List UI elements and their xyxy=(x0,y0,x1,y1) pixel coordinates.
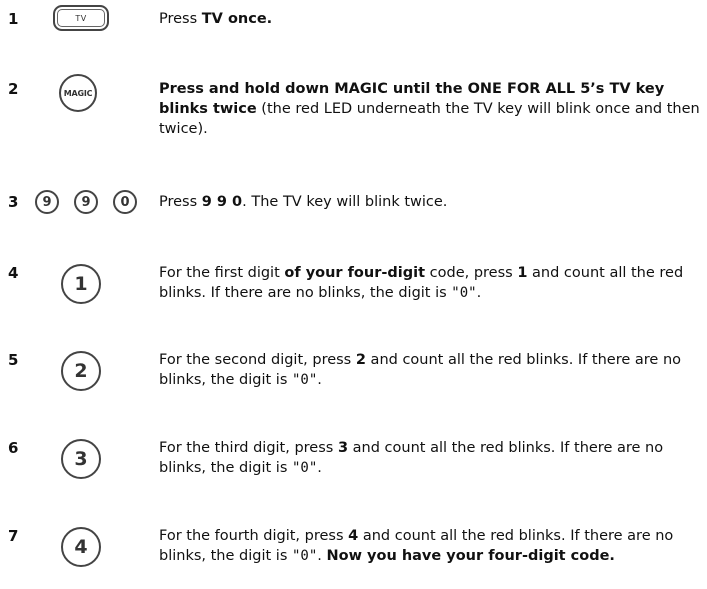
digit-1-key-icon: 1 xyxy=(61,264,101,304)
text-run: For the second digit, press xyxy=(159,352,356,368)
step-text: Press 9 9 0. The TV key will blink twice… xyxy=(159,192,704,212)
text-run: Press xyxy=(159,194,202,210)
step-text: Press TV once. xyxy=(159,9,704,29)
digit-3-key-icon: 3 xyxy=(61,439,101,479)
step-number: 6 xyxy=(8,439,19,457)
bold-text: 2 xyxy=(355,352,366,368)
step-text: Press and hold down MAGIC until the ONE … xyxy=(159,79,704,139)
step-text: For the second digit, press 2 and count … xyxy=(159,350,704,390)
step-number: 2 xyxy=(8,80,19,98)
text-run: "0" xyxy=(291,548,318,564)
text-run: "0" xyxy=(291,460,318,476)
text-run: For the fourth digit, press xyxy=(159,528,349,544)
text-run: . xyxy=(476,285,482,301)
step-text: For the third digit, press 3 and count a… xyxy=(159,438,704,478)
bold-text: Now you have your four-digit code. xyxy=(326,548,615,564)
text-run: code, press xyxy=(425,265,518,281)
text-run: . The TV key will blink twice. xyxy=(242,194,448,210)
step-number: 4 xyxy=(8,264,19,282)
digit-9-key-icon: 9 xyxy=(74,190,98,214)
step-number: 1 xyxy=(8,10,19,28)
tv-key-icon: TV xyxy=(53,5,109,31)
text-run: . xyxy=(317,460,322,476)
magic-key-icon: MAGIC xyxy=(59,74,97,112)
magic-key-label: MAGIC xyxy=(63,88,93,98)
bold-text: of your four-digit xyxy=(284,265,426,281)
digit-0-key-icon: 0 xyxy=(113,190,137,214)
bold-text: 9 9 0 xyxy=(201,194,243,210)
step-number: 5 xyxy=(8,351,19,369)
bold-text: TV once. xyxy=(201,11,273,27)
step-text: For the first digit of your four-digit c… xyxy=(159,263,704,303)
digit-9-key-icon: 9 xyxy=(35,190,59,214)
text-run: "0" xyxy=(451,285,477,301)
bold-text: 4 xyxy=(348,528,359,544)
step-number: 7 xyxy=(8,527,19,545)
digit-2-key-icon: 2 xyxy=(61,351,101,391)
bold-text: 1 xyxy=(517,265,528,281)
tv-key-label: TV xyxy=(75,13,87,23)
text-run: "0" xyxy=(291,372,318,388)
bold-text: 3 xyxy=(337,440,349,456)
digit-4-key-icon: 4 xyxy=(61,527,101,567)
text-run: Press xyxy=(159,11,202,27)
text-run: . xyxy=(317,548,327,564)
text-run: For the third digit, press xyxy=(159,440,338,456)
text-run: For the first digit xyxy=(159,265,285,281)
step-number: 3 xyxy=(8,193,19,211)
text-run: . xyxy=(317,372,322,388)
step-text: For the fourth digit, press 4 and count … xyxy=(159,526,704,566)
